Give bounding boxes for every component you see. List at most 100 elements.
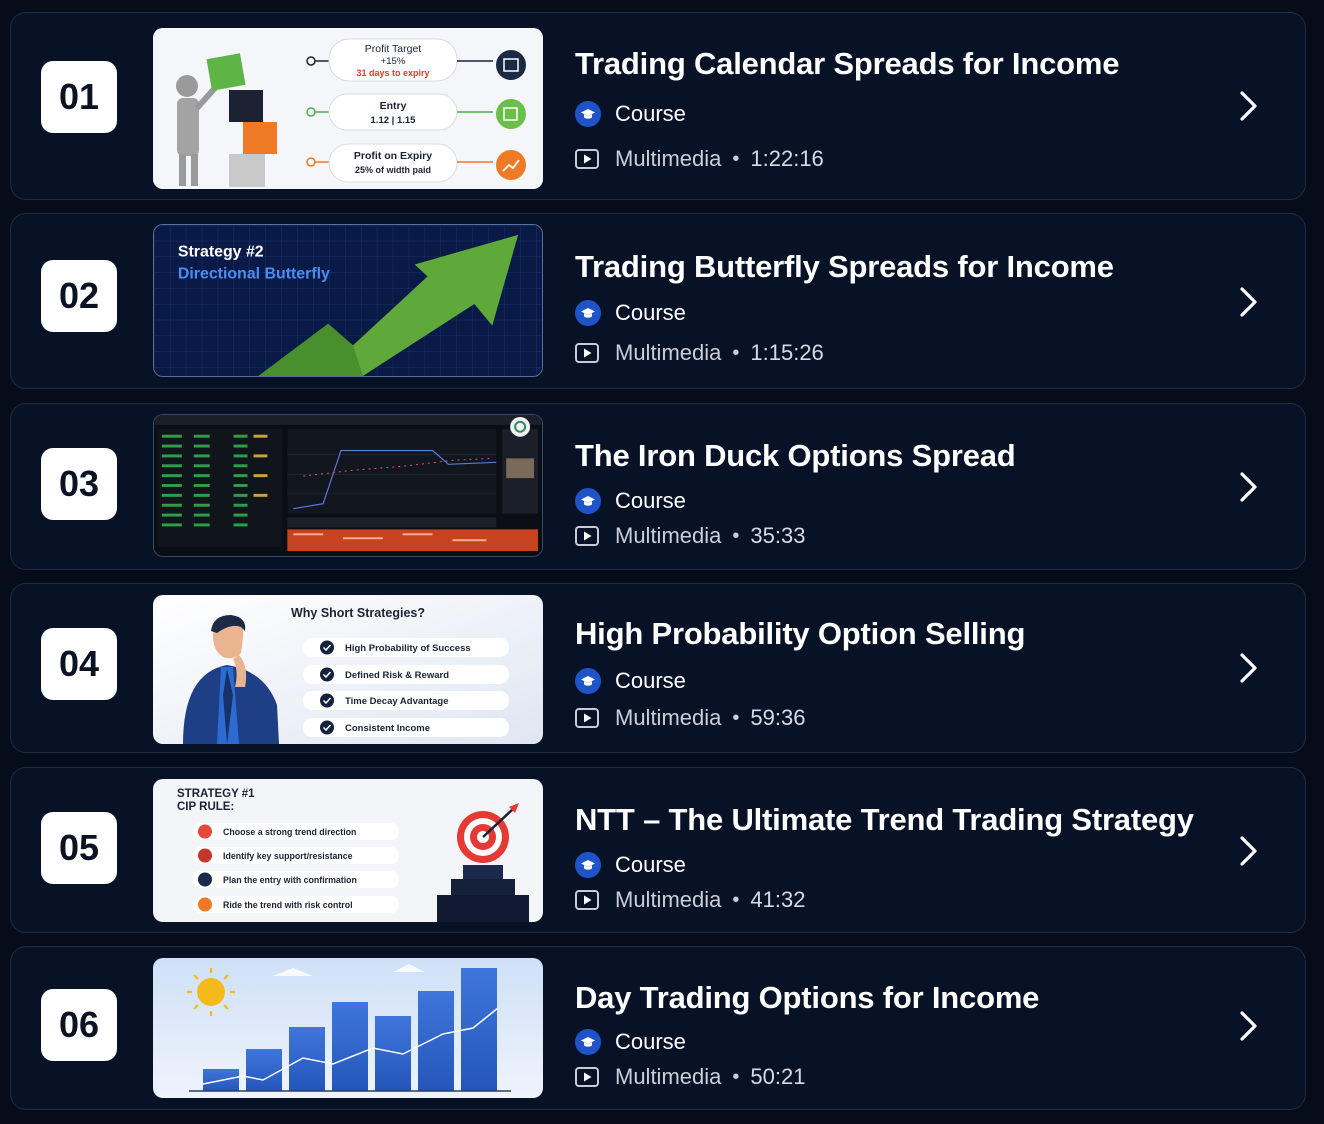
graduation-cap-icon [575,101,601,127]
course-type-label: Course [615,668,686,693]
media-label: Multimedia [615,523,722,548]
course-number-badge: 01 [41,61,117,133]
duration: 1:15:26 [750,340,824,365]
separator-dot: • [732,341,740,364]
step-1-line-2: +15% [381,56,406,67]
thumbnail-line-1: STRATEGY #1 [177,788,255,800]
course-card-5[interactable]: 05 STRATEGY #1 CIP RULE: Choose a strong… [10,767,1306,933]
course-title[interactable]: NTT – The Ultimate Trend Trading Strateg… [575,802,1194,838]
course-media-row: Multimedia • 1:22:16 [575,146,824,172]
course-title[interactable]: The Iron Duck Options Spread [575,438,1016,474]
graduation-cap-icon [575,852,601,878]
separator-dot: • [732,706,740,729]
course-title[interactable]: High Probability Option Selling [575,616,1025,652]
course-media-row: Multimedia • 41:32 [575,887,805,913]
course-thumbnail: Profit Target +15% 31 days to expiry Ent… [153,28,543,189]
graduation-cap-icon [575,300,601,326]
check-icon [320,693,334,708]
entry-icon [496,99,526,129]
play-icon [575,343,599,363]
duration: 50:21 [750,1064,806,1089]
separator-dot: • [732,1065,740,1088]
course-number-badge: 06 [41,989,117,1061]
course-number-badge: 03 [41,448,117,520]
chevron-right-icon[interactable] [1235,470,1261,504]
target-bullet-icon [198,872,212,887]
checklist-item: Consistent Income [345,723,430,734]
course-type-label: Course [615,1029,686,1054]
course-media-row: Multimedia • 50:21 [575,1064,805,1090]
separator-dot: • [732,524,740,547]
target-bullet-icon [198,897,212,912]
play-icon [575,149,599,169]
target-bullet-icon [198,824,212,839]
course-card-4[interactable]: 04 Why Short Strategies? High Probabilit… [10,583,1306,753]
step-3-line-1: Profit on Expiry [354,150,432,162]
play-icon [575,708,599,728]
course-type-label: Course [615,300,686,325]
course-type-label: Course [615,488,686,513]
rule-item: Ride the trend with risk control [223,900,353,910]
step-1-line-3: 31 days to expiry [356,68,429,78]
course-type-row: Course [575,300,686,326]
course-card-1[interactable]: 01 Profit Target +15% 31 days to expiry … [10,12,1306,200]
step-2-line-2: 1.12 | 1.15 [371,115,417,126]
profit-chart-icon [496,150,526,180]
media-label: Multimedia [615,705,722,730]
duration: 35:33 [750,523,806,548]
course-number-badge: 02 [41,260,117,332]
thumbnail-line-1: Strategy #2 [178,244,264,261]
course-type-row: Course [575,488,686,514]
rule-item: Plan the entry with confirmation [223,875,357,885]
course-card-6[interactable]: 06 Day Trading Options for Income Course… [10,946,1306,1110]
course-thumbnail: Strategy #2 Directional Butterfly [153,224,543,377]
target-bullet-icon [198,848,212,863]
course-media-row: Multimedia • 59:36 [575,705,805,731]
checklist-item: Defined Risk & Reward [345,670,449,681]
course-thumbnail: Why Short Strategies? High Probability o… [153,595,543,744]
rule-item: Choose a strong trend direction [223,827,356,837]
chevron-right-icon[interactable] [1235,89,1261,123]
course-card-2[interactable]: 02 Strategy #2 Directional Butterfly Tra… [10,213,1306,389]
checklist-item: Time Decay Advantage [345,696,449,707]
duration: 59:36 [750,705,806,730]
course-title[interactable]: Trading Calendar Spreads for Income [575,46,1119,82]
thumbnail-line-2: CIP RULE: [177,801,234,813]
check-icon [320,667,334,682]
course-thumbnail: STRATEGY #1 CIP RULE: Choose a strong tr… [153,779,543,922]
course-list: 01 Profit Target +15% 31 days to expiry … [0,0,1324,1124]
graduation-cap-icon [575,1029,601,1055]
course-media-row: Multimedia • 1:15:26 [575,340,824,366]
course-type-label: Course [615,852,686,877]
graduation-cap-icon [575,668,601,694]
course-title[interactable]: Trading Butterfly Spreads for Income [575,249,1114,285]
chevron-right-icon[interactable] [1235,834,1261,868]
check-icon [320,640,334,655]
course-type-row: Course [575,1029,686,1055]
duration: 1:22:16 [750,146,824,171]
step-2-line-1: Entry [380,100,407,112]
thumbnail-heading: Why Short Strategies? [291,606,425,620]
media-label: Multimedia [615,340,722,365]
media-label: Multimedia [615,1064,722,1089]
duration: 41:32 [750,887,806,912]
course-number-badge: 04 [41,628,117,700]
course-card-3[interactable]: 03 The Iron Duck Options Spread Course M… [10,403,1306,570]
course-title[interactable]: Day Trading Options for Income [575,980,1039,1016]
chevron-right-icon[interactable] [1235,285,1261,319]
play-icon [575,890,599,910]
rule-item: Identify key support/resistance [223,851,353,861]
chevron-right-icon[interactable] [1235,651,1261,685]
chevron-right-icon[interactable] [1235,1009,1261,1043]
graduation-cap-icon [575,488,601,514]
course-thumbnail [153,958,543,1098]
step-3-line-2: 25% of width paid [355,165,431,175]
media-label: Multimedia [615,887,722,912]
checklist-item: High Probability of Success [345,643,471,654]
course-type-label: Course [615,101,686,126]
course-number-badge: 05 [41,812,117,884]
separator-dot: • [732,147,740,170]
step-1-line-1: Profit Target [365,43,421,55]
play-icon [575,526,599,546]
course-type-row: Course [575,668,686,694]
